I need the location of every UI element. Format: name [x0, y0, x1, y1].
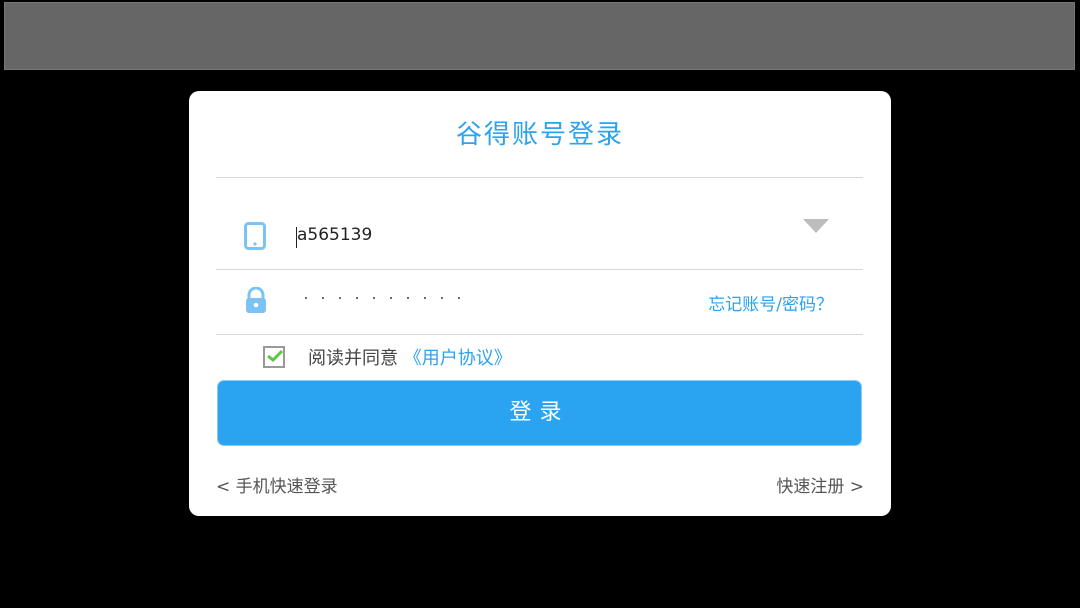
- lock-icon: [244, 286, 268, 315]
- login-dialog: 谷得账号登录 忘记账号/密码？ 阅读并同意 《用户协议》 登录 < 手机快速登: [189, 91, 891, 516]
- agree-checkbox[interactable]: [263, 346, 285, 368]
- agree-text: 阅读并同意 《用户协议》: [308, 344, 512, 370]
- password-input[interactable]: [303, 287, 633, 308]
- quick-register-link[interactable]: 快速注册 >: [776, 472, 864, 497]
- top-status-bar: [4, 2, 1075, 70]
- user-agreement-link[interactable]: 《用户协议》: [404, 348, 512, 369]
- login-button[interactable]: 登录: [217, 380, 862, 446]
- checkmark-icon: [267, 349, 284, 363]
- password-divider: [216, 334, 863, 335]
- account-divider: [216, 269, 863, 270]
- phone-icon: [244, 222, 268, 250]
- dialog-title: 谷得账号登录: [455, 120, 624, 150]
- triangle-down-icon[interactable]: [803, 219, 829, 233]
- title-divider: [216, 177, 863, 178]
- phone-quick-login-link[interactable]: < 手机快速登录: [216, 472, 338, 497]
- agree-prefix: 阅读并同意: [308, 348, 398, 369]
- account-input[interactable]: [297, 225, 657, 245]
- forgot-password-link[interactable]: 忘记账号/密码？: [708, 290, 833, 315]
